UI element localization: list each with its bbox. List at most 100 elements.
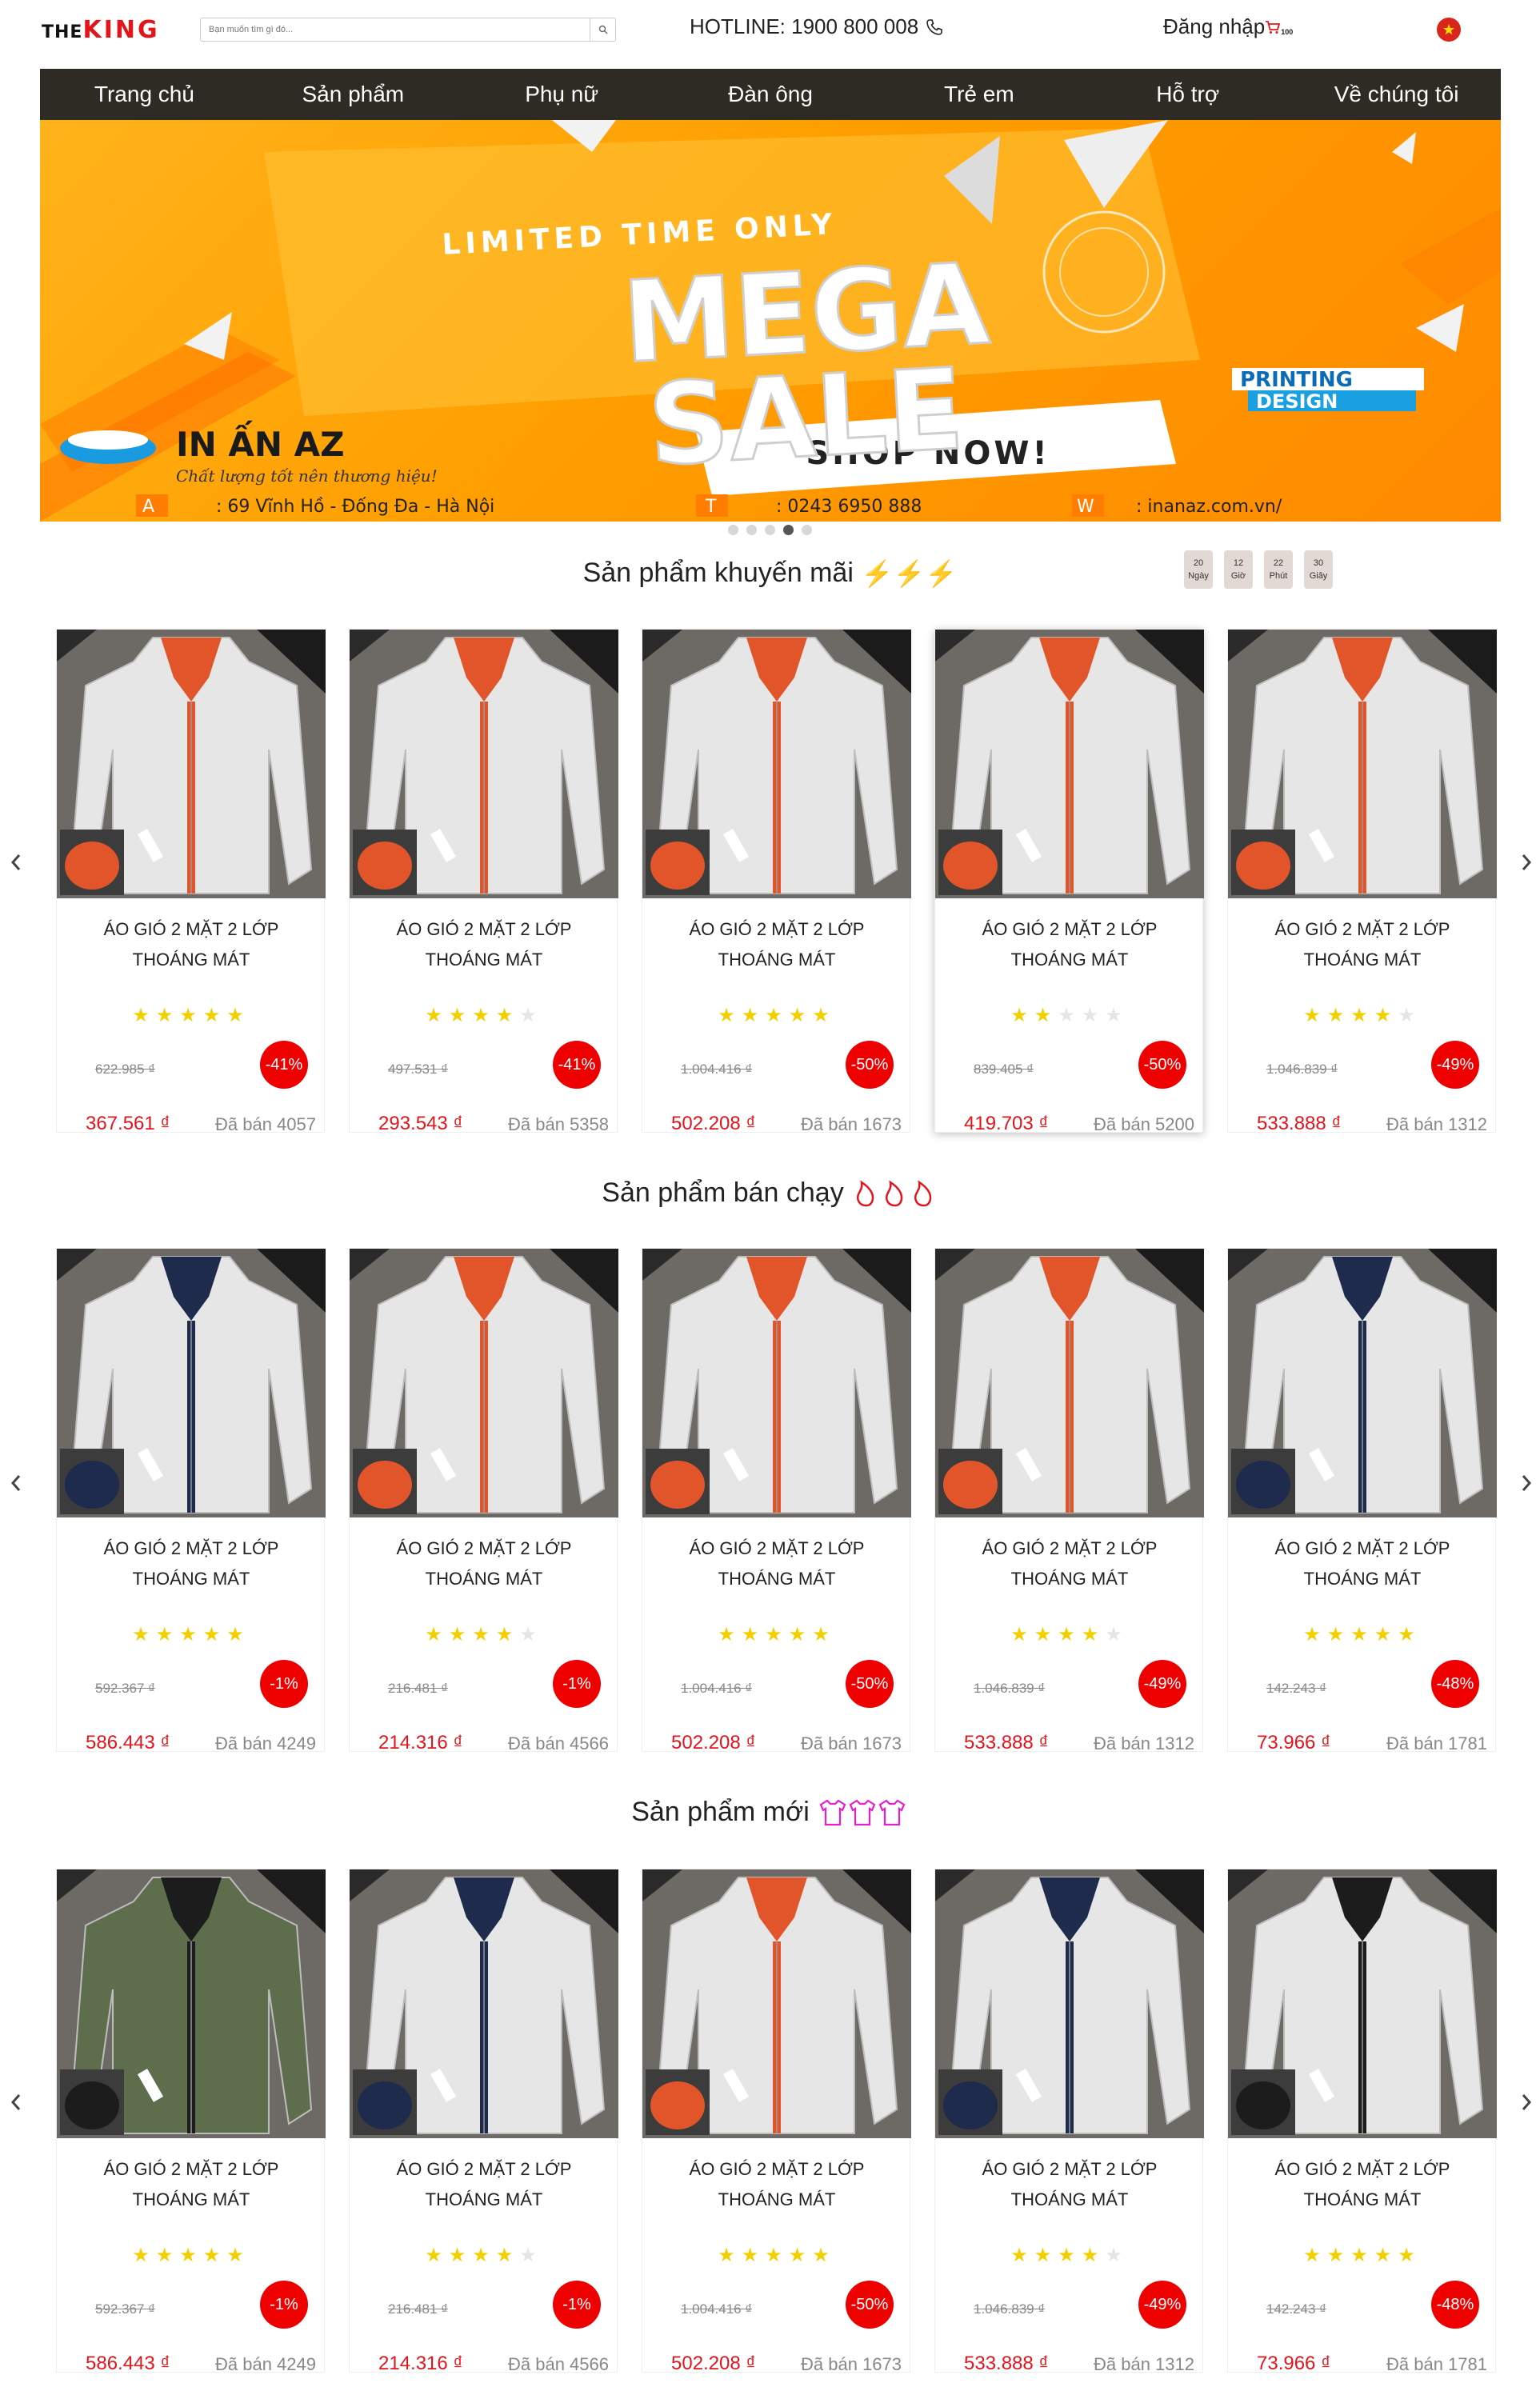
product-name[interactable]: ÁO GIÓ 2 MẶT 2 LỚP THOÁNG MÁT: [1228, 914, 1497, 975]
star-icon: ★: [1398, 1005, 1422, 1026]
carousel-prev-bestseller[interactable]: [6, 1467, 26, 1499]
slide-dot[interactable]: [765, 525, 775, 535]
discount-badge: -41%: [553, 1041, 601, 1089]
product-price: 367.561 ₫: [86, 1113, 170, 1134]
product-card[interactable]: ÁO GIÓ 2 MẶT 2 LỚP THOÁNG MÁT ★★★★★ 1.04…: [934, 1248, 1204, 1753]
hero-banner[interactable]: SHOP NOW! LIMITED TIME ONLY MEGA SALE PR…: [40, 120, 1501, 522]
carousel-next-promo[interactable]: [1517, 846, 1536, 878]
product-name[interactable]: ÁO GIÓ 2 MẶT 2 LỚP THOÁNG MÁT: [935, 2154, 1204, 2215]
nav-item-women[interactable]: Phụ nữ: [458, 69, 666, 120]
product-image[interactable]: [1228, 630, 1497, 898]
product-rating: ★★★★★: [57, 2244, 326, 2267]
hotline[interactable]: HOTLINE: 1900 800 008: [690, 14, 944, 39]
product-name[interactable]: ÁO GIÓ 2 MẶT 2 LỚP THOÁNG MÁT: [935, 1533, 1204, 1594]
product-name[interactable]: ÁO GIÓ 2 MẶT 2 LỚP THOÁNG MÁT: [642, 1533, 911, 1594]
product-image-wrap[interactable]: [350, 1869, 618, 2138]
product-name[interactable]: ÁO GIÓ 2 MẶT 2 LỚP THOÁNG MÁT: [1228, 2154, 1497, 2215]
star-icon: ★: [1034, 2245, 1058, 2266]
slide-dot[interactable]: [802, 525, 812, 535]
section-title-new: Sản phẩm mới: [0, 1797, 1540, 1828]
slide-dot[interactable]: [728, 525, 738, 535]
product-image-wrap[interactable]: [935, 630, 1204, 898]
product-image-wrap[interactable]: [935, 1249, 1204, 1517]
product-image[interactable]: [57, 1249, 326, 1517]
cart-icon[interactable]: [1265, 20, 1281, 34]
product-image[interactable]: [642, 1869, 911, 2138]
product-image[interactable]: [1228, 1249, 1497, 1517]
product-name[interactable]: ÁO GIÓ 2 MẶT 2 LỚP THOÁNG MÁT: [1228, 1533, 1497, 1594]
product-card[interactable]: ÁO GIÓ 2 MẶT 2 LỚP THOÁNG MÁT ★★★★★ 839.…: [934, 629, 1204, 1134]
product-image[interactable]: [1228, 1869, 1497, 2138]
nav-item-men[interactable]: Đàn ông: [666, 69, 875, 120]
carousel-prev-promo[interactable]: [6, 846, 26, 878]
nav-item-kids[interactable]: Trẻ em: [874, 69, 1083, 120]
product-image-wrap[interactable]: [935, 1869, 1204, 2138]
product-image[interactable]: [57, 630, 326, 898]
product-card[interactable]: ÁO GIÓ 2 MẶT 2 LỚP THOÁNG MÁT ★★★★★ 216.…: [349, 1248, 618, 1753]
product-card[interactable]: ÁO GIÓ 2 MẶT 2 LỚP THOÁNG MÁT ★★★★★ 1.00…: [642, 1248, 911, 1753]
product-image[interactable]: [935, 1869, 1204, 2138]
star-icon: ★: [132, 1624, 156, 1645]
product-image-wrap[interactable]: [642, 630, 911, 898]
product-name[interactable]: ÁO GIÓ 2 MẶT 2 LỚP THOÁNG MÁT: [57, 2154, 326, 2215]
product-name[interactable]: ÁO GIÓ 2 MẶT 2 LỚP THOÁNG MÁT: [57, 1533, 326, 1594]
product-image[interactable]: [57, 1869, 326, 2138]
product-image-wrap[interactable]: [57, 1249, 326, 1517]
product-image-wrap[interactable]: [642, 1869, 911, 2138]
product-name[interactable]: ÁO GIÓ 2 MẶT 2 LỚP THOÁNG MÁT: [935, 914, 1204, 975]
logo[interactable]: THEKING: [42, 16, 160, 44]
search-input[interactable]: [201, 18, 585, 41]
search-button[interactable]: [590, 18, 615, 41]
slide-dot-active[interactable]: [783, 525, 794, 535]
product-card[interactable]: ÁO GIÓ 2 MẶT 2 LỚP THOÁNG MÁT ★★★★★ 1.04…: [1227, 629, 1497, 1134]
nav-item-about[interactable]: Về chúng tôi: [1292, 69, 1501, 120]
product-card[interactable]: ÁO GIÓ 2 MẶT 2 LỚP THOÁNG MÁT ★★★★★ 497.…: [349, 629, 618, 1134]
product-card[interactable]: ÁO GIÓ 2 MẶT 2 LỚP THOÁNG MÁT ★★★★★ 1.00…: [642, 1869, 911, 2374]
product-image[interactable]: [350, 630, 618, 898]
product-image[interactable]: [642, 630, 911, 898]
product-image-wrap[interactable]: [1228, 1249, 1497, 1517]
vietnam-flag-icon[interactable]: [1437, 18, 1461, 42]
product-image[interactable]: [935, 1249, 1204, 1517]
product-card[interactable]: ÁO GIÓ 2 MẶT 2 LỚP THOÁNG MÁT ★★★★★ 142.…: [1227, 1248, 1497, 1753]
product-image[interactable]: [350, 1249, 618, 1517]
product-image[interactable]: [935, 630, 1204, 898]
login-link[interactable]: Đăng nhập: [1163, 14, 1265, 39]
product-image-wrap[interactable]: [350, 630, 618, 898]
product-image[interactable]: [350, 1869, 618, 2138]
product-sold-count: Đã bán 4057: [215, 1114, 316, 1134]
product-image-wrap[interactable]: [57, 1869, 326, 2138]
product-card[interactable]: ÁO GIÓ 2 MẶT 2 LỚP THOÁNG MÁT ★★★★★ 622.…: [56, 629, 326, 1134]
product-old-price: 1.046.839 ₫: [974, 1681, 1046, 1696]
product-card[interactable]: ÁO GIÓ 2 MẶT 2 LỚP THOÁNG MÁT ★★★★★ 1.04…: [934, 1869, 1204, 2374]
section-title-text: Sản phẩm bán chạy: [602, 1178, 844, 1208]
carousel-next-bestseller[interactable]: [1517, 1467, 1536, 1499]
product-name-line2: THOÁNG MÁT: [1303, 2189, 1422, 2209]
product-card[interactable]: ÁO GIÓ 2 MẶT 2 LỚP THOÁNG MÁT ★★★★★ 142.…: [1227, 1869, 1497, 2374]
product-name[interactable]: ÁO GIÓ 2 MẶT 2 LỚP THOÁNG MÁT: [350, 1533, 618, 1594]
product-name[interactable]: ÁO GIÓ 2 MẶT 2 LỚP THOÁNG MÁT: [642, 2154, 911, 2215]
nav-item-home[interactable]: Trang chủ: [40, 69, 249, 120]
nav-item-support[interactable]: Hỗ trợ: [1083, 69, 1292, 120]
nav-item-products[interactable]: Sản phẩm: [249, 69, 458, 120]
product-image-wrap[interactable]: [57, 630, 326, 898]
product-name[interactable]: ÁO GIÓ 2 MẶT 2 LỚP THOÁNG MÁT: [350, 914, 618, 975]
product-image-wrap[interactable]: [1228, 1869, 1497, 2138]
product-name[interactable]: ÁO GIÓ 2 MẶT 2 LỚP THOÁNG MÁT: [350, 2154, 618, 2215]
product-image-wrap[interactable]: [350, 1249, 618, 1517]
carousel-next-new[interactable]: [1517, 2086, 1536, 2118]
product-name[interactable]: ÁO GIÓ 2 MẶT 2 LỚP THOÁNG MÁT: [642, 914, 911, 975]
carousel-prev-new[interactable]: [6, 2086, 26, 2118]
product-image-wrap[interactable]: [642, 1249, 911, 1517]
product-card[interactable]: ÁO GIÓ 2 MẶT 2 LỚP THOÁNG MÁT ★★★★★ 1.00…: [642, 629, 911, 1134]
product-card[interactable]: ÁO GIÓ 2 MẶT 2 LỚP THOÁNG MÁT ★★★★★ 592.…: [56, 1869, 326, 2374]
product-price: 586.443 ₫: [86, 1732, 170, 1753]
product-price: 533.888 ₫: [1257, 1113, 1342, 1134]
product-name[interactable]: ÁO GIÓ 2 MẶT 2 LỚP THOÁNG MÁT: [57, 914, 326, 975]
product-card[interactable]: ÁO GIÓ 2 MẶT 2 LỚP THOÁNG MÁT ★★★★★ 216.…: [349, 1869, 618, 2374]
banner-sale: SALE: [646, 345, 967, 491]
product-image-wrap[interactable]: [1228, 630, 1497, 898]
slide-dot[interactable]: [746, 525, 757, 535]
product-image[interactable]: [642, 1249, 911, 1517]
product-card[interactable]: ÁO GIÓ 2 MẶT 2 LỚP THOÁNG MÁT ★★★★★ 592.…: [56, 1248, 326, 1753]
